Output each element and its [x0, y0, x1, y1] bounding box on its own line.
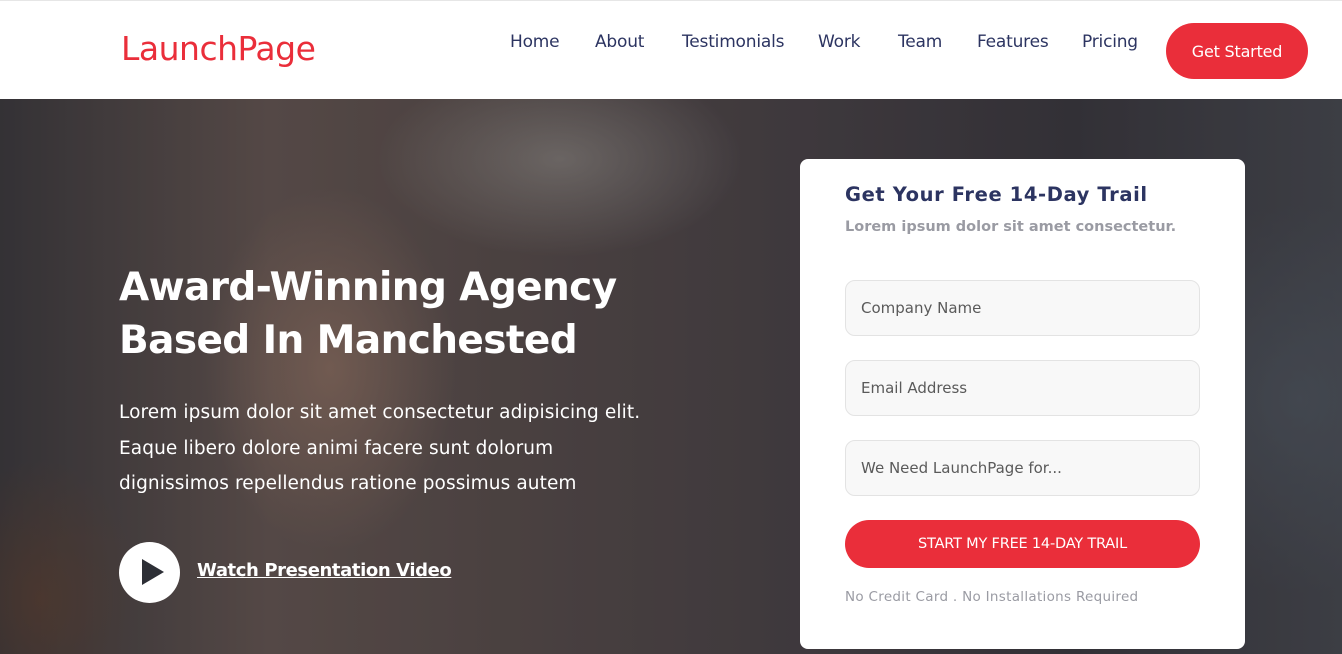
nav-link-pricing[interactable]: Pricing	[1082, 32, 1138, 52]
play-video-button[interactable]	[119, 542, 180, 603]
form-note: No Credit Card . No Installations Requir…	[845, 589, 1139, 605]
nav-link-features[interactable]: Features	[977, 32, 1049, 52]
hero-description-line-2: Eaque libero dolore animi facere sunt do…	[119, 437, 554, 459]
hero-section: Award-Winning Agency Based In Manchested…	[0, 99, 1342, 654]
nav-link-about[interactable]: About	[595, 32, 644, 52]
signup-form: Get Your Free 14-Day Trail Lorem ipsum d…	[800, 159, 1245, 649]
hero-description-line-3: dignissimos repellendus ratione possimus…	[119, 473, 577, 494]
main-nav: Home About Testimonials Work Team Featur…	[0, 32, 1342, 60]
get-started-button[interactable]: Get Started	[1166, 23, 1308, 79]
nav-link-home[interactable]: Home	[510, 32, 560, 52]
start-free-trial-button[interactable]: START MY FREE 14-DAY TRAIL	[845, 520, 1200, 568]
hero-title-line-2: Based In Manchested	[119, 318, 578, 363]
hero-description-line-1: Lorem ipsum dolor sit amet consectetur a…	[119, 402, 641, 423]
email-address-input[interactable]	[845, 360, 1200, 416]
form-subtitle: Lorem ipsum dolor sit amet consectetur.	[845, 219, 1177, 235]
nav-link-team[interactable]: Team	[898, 32, 942, 52]
form-title: Get Your Free 14-Day Trail	[845, 183, 1148, 206]
watch-video-link[interactable]: Watch Presentation Video	[197, 560, 452, 581]
need-launchpage-for-input[interactable]	[845, 440, 1200, 496]
navbar: LaunchPage Home About Testimonials Work …	[0, 0, 1342, 99]
hero-title: Award-Winning Agency Based In Manchested	[119, 261, 719, 367]
play-icon	[142, 559, 164, 585]
nav-link-testimonials[interactable]: Testimonials	[682, 32, 784, 52]
hero-description: Lorem ipsum dolor sit amet consectetur a…	[119, 395, 699, 502]
nav-link-work[interactable]: Work	[818, 32, 860, 52]
hero-title-line-1: Award-Winning Agency	[119, 265, 617, 310]
company-name-input[interactable]	[845, 280, 1200, 336]
